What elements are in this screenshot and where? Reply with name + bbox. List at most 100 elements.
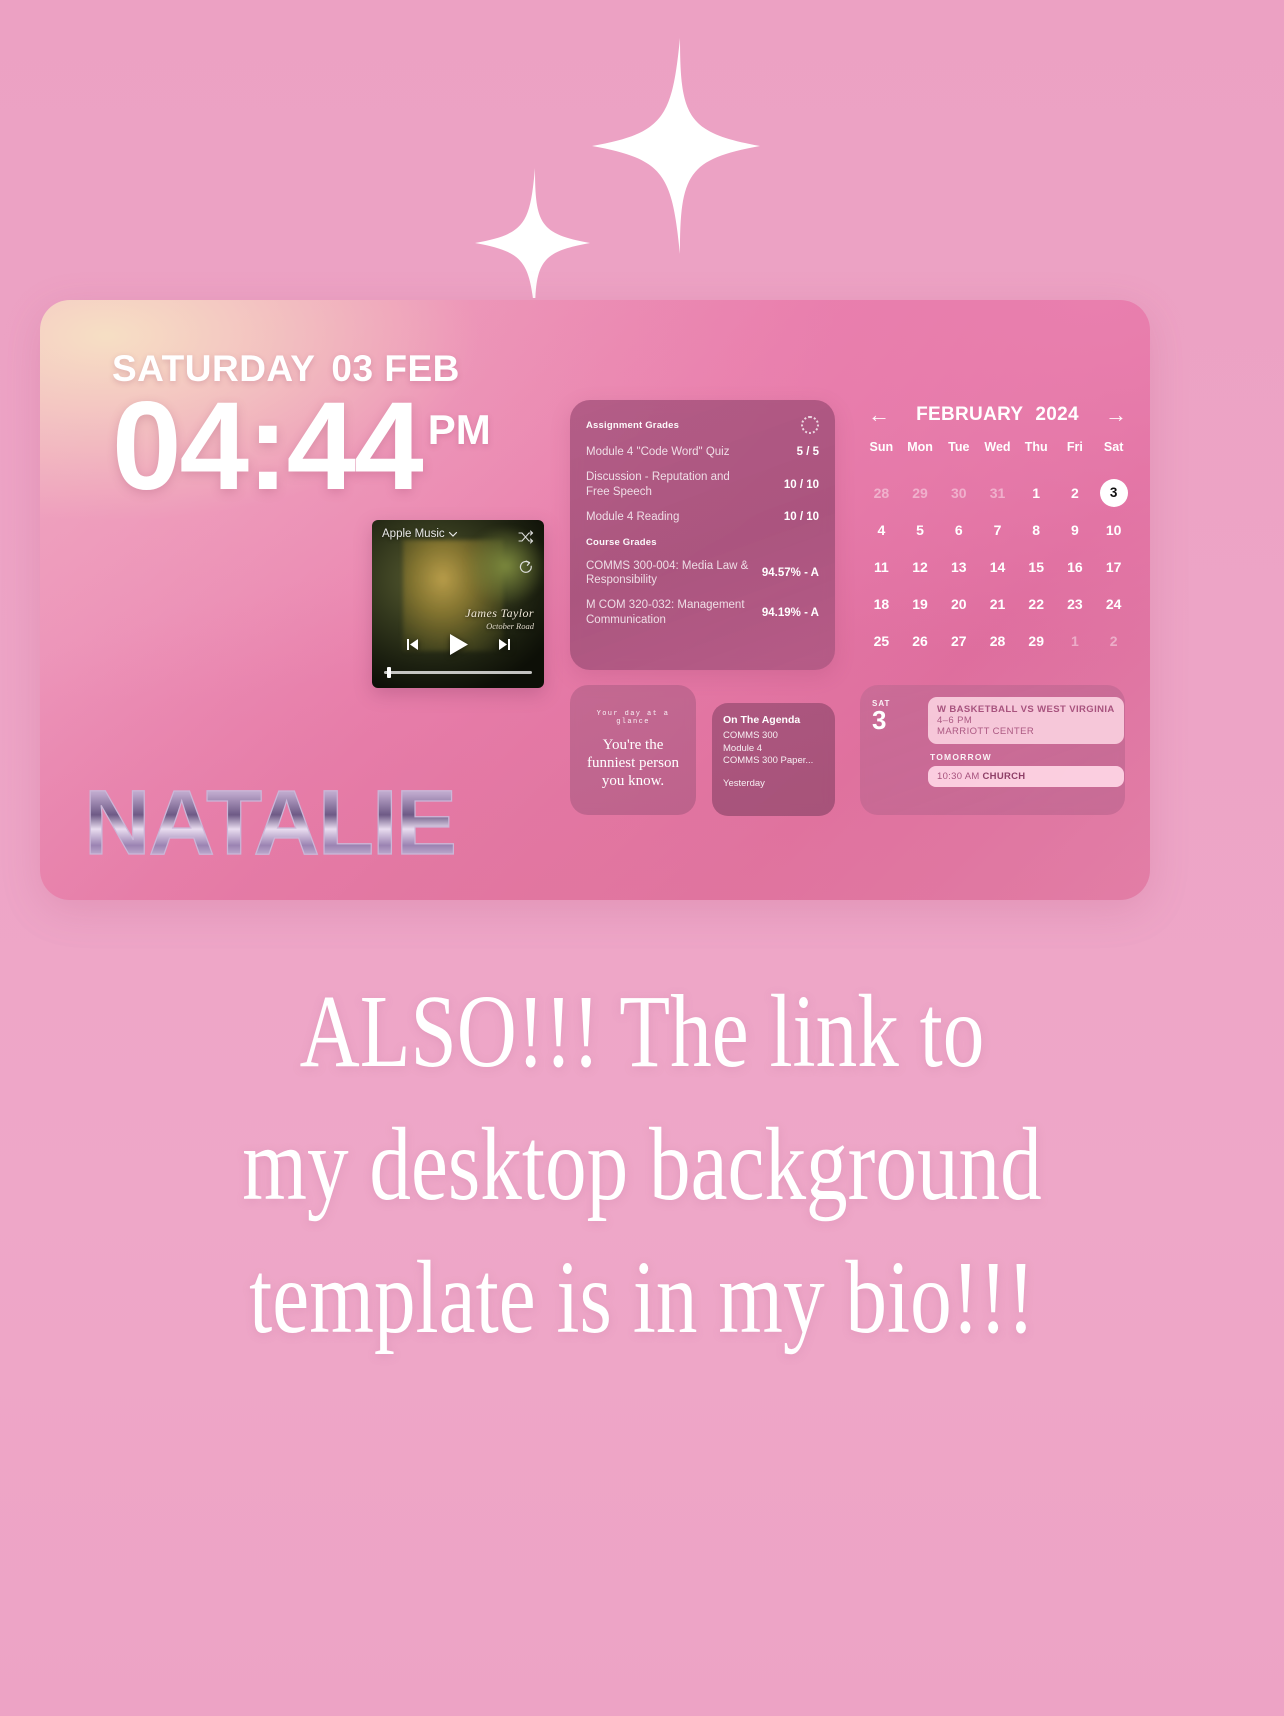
calendar-day[interactable]: 29: [1017, 622, 1056, 659]
grade-score: 5 / 5: [796, 446, 819, 459]
clock-ampm: PM: [427, 406, 491, 453]
calendar-day[interactable]: 1: [1056, 622, 1095, 659]
music-artist: James Taylor: [465, 606, 534, 620]
agenda-footer: Yesterday: [723, 777, 765, 789]
agenda-widget[interactable]: On The Agenda COMMS 300 Module 4 COMMS 3…: [712, 703, 835, 816]
course-grades-header: Course Grades: [586, 536, 657, 548]
calendar-day[interactable]: 28: [862, 474, 901, 511]
tomorrow-event[interactable]: 10:30 AM CHURCH: [928, 766, 1124, 787]
calendar-day-grid[interactable]: 28 29 30 31 1 2 3 4 5 6 7 8 9 10 11 12 13 14 15 16 17 18 19 20 2…: [862, 474, 1133, 659]
page-root: SATURDAY 03 FEB 04:44 PM Apple Music Jam…: [0, 0, 1284, 1716]
calendar-day[interactable]: 17: [1094, 548, 1133, 585]
calendar-day[interactable]: 28: [978, 622, 1017, 659]
event-card[interactable]: W BASKETBALL VS WEST VIRGINIA 4–6 PM MAR…: [928, 697, 1124, 744]
quote-text: You're the funniest person you know.: [586, 736, 680, 790]
calendar-day[interactable]: 19: [901, 585, 940, 622]
calendar-day[interactable]: 12: [901, 548, 940, 585]
calendar-day[interactable]: 5: [901, 511, 940, 548]
music-player-widget[interactable]: Apple Music James Taylor October Road: [372, 520, 544, 688]
calendar-weekday: Thu: [1024, 440, 1048, 454]
calendar-day[interactable]: 18: [862, 585, 901, 622]
course-score: 94.19% - A: [761, 606, 819, 619]
calendar-day[interactable]: 1: [1017, 474, 1056, 511]
sparkle-star-small: [475, 168, 590, 298]
calendar-weekday: Sun: [869, 440, 894, 454]
assignment-grades-header: Assignment Grades: [586, 419, 680, 431]
calendar-day[interactable]: 24: [1094, 585, 1133, 622]
calendar-day-today[interactable]: 3: [1094, 474, 1133, 511]
agenda-item: COMMS 300 Paper...: [723, 755, 814, 767]
previous-track-icon[interactable]: [404, 637, 421, 652]
grade-name: Module 4 "Code Word" Quiz: [586, 446, 730, 458]
calendar-weekday: Tue: [948, 440, 970, 454]
events-widget[interactable]: SAT 3 W BASKETBALL VS WEST VIRGINIA 4–6 …: [860, 685, 1125, 815]
calendar-day[interactable]: 14: [978, 548, 1017, 585]
grade-row: Discussion - Reputation and Free Speech …: [586, 470, 819, 499]
calendar-day[interactable]: 15: [1017, 548, 1056, 585]
music-source-label: Apple Music: [382, 528, 445, 540]
caption-line-3: template is in my bio!!!: [249, 1240, 1035, 1356]
calendar-day[interactable]: 31: [978, 474, 1017, 511]
calendar-day[interactable]: 25: [862, 622, 901, 659]
course-score: 94.57% - A: [761, 566, 819, 579]
caption-text: ALSO!!! The link to my desktop backgroun…: [128, 965, 1155, 1364]
calendar-day[interactable]: 23: [1056, 585, 1095, 622]
quote-label: Your day at a glance: [596, 709, 670, 726]
loading-spinner-icon[interactable]: [801, 416, 819, 434]
arrow-right-icon[interactable]: →: [1105, 404, 1127, 426]
calendar-day[interactable]: 8: [1017, 511, 1056, 548]
name-art-text: NATALIE: [84, 772, 455, 874]
music-progress-bar[interactable]: [384, 667, 532, 678]
calendar-day[interactable]: 2: [1094, 622, 1133, 659]
tomorrow-event-title: CHURCH: [982, 771, 1026, 782]
chevron-down-icon[interactable]: [448, 529, 458, 539]
calendar-title: FEBRUARY 2024: [916, 404, 1079, 426]
calendar-day[interactable]: 2: [1056, 474, 1095, 511]
tomorrow-event-time: 10:30 AM: [937, 771, 980, 782]
quote-widget[interactable]: Your day at a glance You're the funniest…: [570, 685, 696, 815]
calendar-day[interactable]: 13: [939, 548, 978, 585]
calendar-day[interactable]: 7: [978, 511, 1017, 548]
calendar-day[interactable]: 30: [939, 474, 978, 511]
calendar-day[interactable]: 16: [1056, 548, 1095, 585]
grade-score: 10 / 10: [783, 511, 819, 524]
event-location: MARRIOTT CENTER: [937, 726, 1035, 737]
calendar-day[interactable]: 21: [978, 585, 1017, 622]
calendar-day[interactable]: 10: [1094, 511, 1133, 548]
calendar-day[interactable]: 27: [939, 622, 978, 659]
calendar-day[interactable]: 4: [862, 511, 901, 548]
calendar-widget[interactable]: ← FEBRUARY 2024 → Sun Mon Tue Wed Thu Fri Sat 2…: [860, 400, 1135, 649]
calendar-day[interactable]: 22: [1017, 585, 1056, 622]
next-track-icon[interactable]: [496, 637, 513, 652]
calendar-day[interactable]: 9: [1056, 511, 1095, 548]
calendar-day[interactable]: 11: [862, 548, 901, 585]
calendar-weekday: Wed: [984, 440, 1011, 454]
tomorrow-label: TOMORROW: [930, 752, 992, 762]
calendar-month: FEBRUARY: [916, 404, 1024, 425]
agenda-title: On The Agenda: [723, 714, 801, 726]
repeat-icon[interactable]: [518, 560, 534, 575]
event-title: W BASKETBALL VS WEST VIRGINIA: [937, 704, 1115, 715]
calendar-year: 2024: [1035, 404, 1079, 425]
music-progress-knob[interactable]: [386, 667, 391, 678]
calendar-day[interactable]: 29: [901, 474, 940, 511]
calendar-weekday-row: Sun Mon Tue Wed Thu Fri Sat: [862, 440, 1133, 460]
calendar-day[interactable]: 26: [901, 622, 940, 659]
shuffle-icon[interactable]: [518, 530, 534, 544]
agenda-item: Module 4: [723, 742, 763, 754]
clock-time-row: 04:44 PM: [112, 384, 491, 509]
clock-widget: SATURDAY 03 FEB 04:44 PM: [112, 348, 491, 509]
calendar-day[interactable]: 6: [939, 511, 978, 548]
music-metadata: James Taylor October Road: [465, 606, 534, 631]
arrow-left-icon[interactable]: ←: [868, 404, 890, 426]
calendar-header: ← FEBRUARY 2024 →: [862, 404, 1133, 426]
play-icon[interactable]: [447, 632, 470, 657]
event-day-number: 3: [872, 705, 887, 735]
grade-row: Module 4 "Code Word" Quiz 5 / 5: [586, 445, 819, 459]
grades-widget[interactable]: Assignment Grades Module 4 "Code Word" Q…: [570, 400, 835, 670]
calendar-weekday: Sat: [1103, 440, 1124, 454]
calendar-day[interactable]: 20: [939, 585, 978, 622]
calendar-weekday: Fri: [1066, 440, 1083, 454]
grade-score: 10 / 10: [783, 478, 819, 491]
music-source[interactable]: Apple Music: [382, 528, 458, 540]
